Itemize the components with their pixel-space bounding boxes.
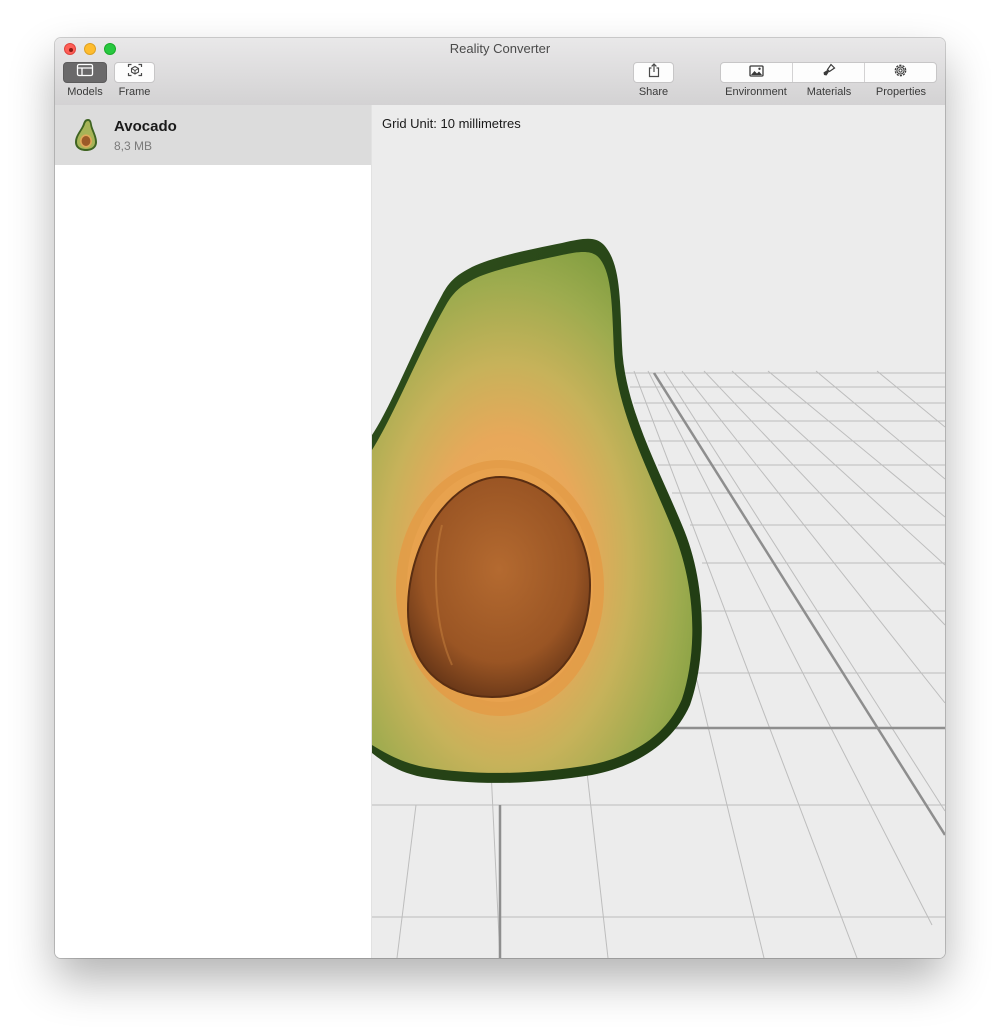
frame-label: Frame — [118, 86, 151, 98]
materials-button[interactable] — [792, 63, 864, 82]
models-sidebar: Avocado 8,3 MB — [55, 105, 372, 958]
model-file-size: 8,3 MB — [114, 139, 153, 153]
3d-viewport[interactable]: Grid Unit: 10 millimetres — [372, 105, 945, 958]
sidebar-icon — [76, 63, 94, 82]
models-label: Models — [67, 86, 103, 98]
paintbrush-icon — [822, 63, 836, 82]
share-button[interactable] — [633, 62, 674, 83]
gear-icon — [893, 63, 908, 83]
avocado-model — [372, 238, 702, 783]
frame-icon — [127, 63, 143, 82]
scene-canvas — [372, 238, 945, 958]
properties-button[interactable] — [864, 63, 936, 82]
environment-button[interactable] — [721, 63, 792, 82]
properties-label: Properties — [875, 86, 927, 98]
environment-label: Environment — [725, 86, 787, 98]
share-icon — [647, 62, 661, 83]
avocado-thumbnail-icon — [74, 118, 98, 157]
materials-label: Materials — [806, 86, 852, 98]
titlebar-toolbar: Reality Converter Models Frame Share Env… — [55, 38, 945, 106]
models-button[interactable] — [63, 62, 107, 83]
model-name: Avocado — [114, 118, 177, 135]
share-label: Share — [638, 86, 669, 98]
model-list-item[interactable]: Avocado 8,3 MB — [55, 105, 371, 165]
frame-button[interactable] — [114, 62, 155, 83]
grid-unit-label: Grid Unit: 10 millimetres — [382, 116, 521, 131]
app-window: Reality Converter Models Frame Share Env… — [55, 38, 945, 958]
inspector-segmented-control — [720, 62, 937, 83]
window-title: Reality Converter — [449, 41, 551, 56]
photo-icon — [749, 64, 764, 82]
